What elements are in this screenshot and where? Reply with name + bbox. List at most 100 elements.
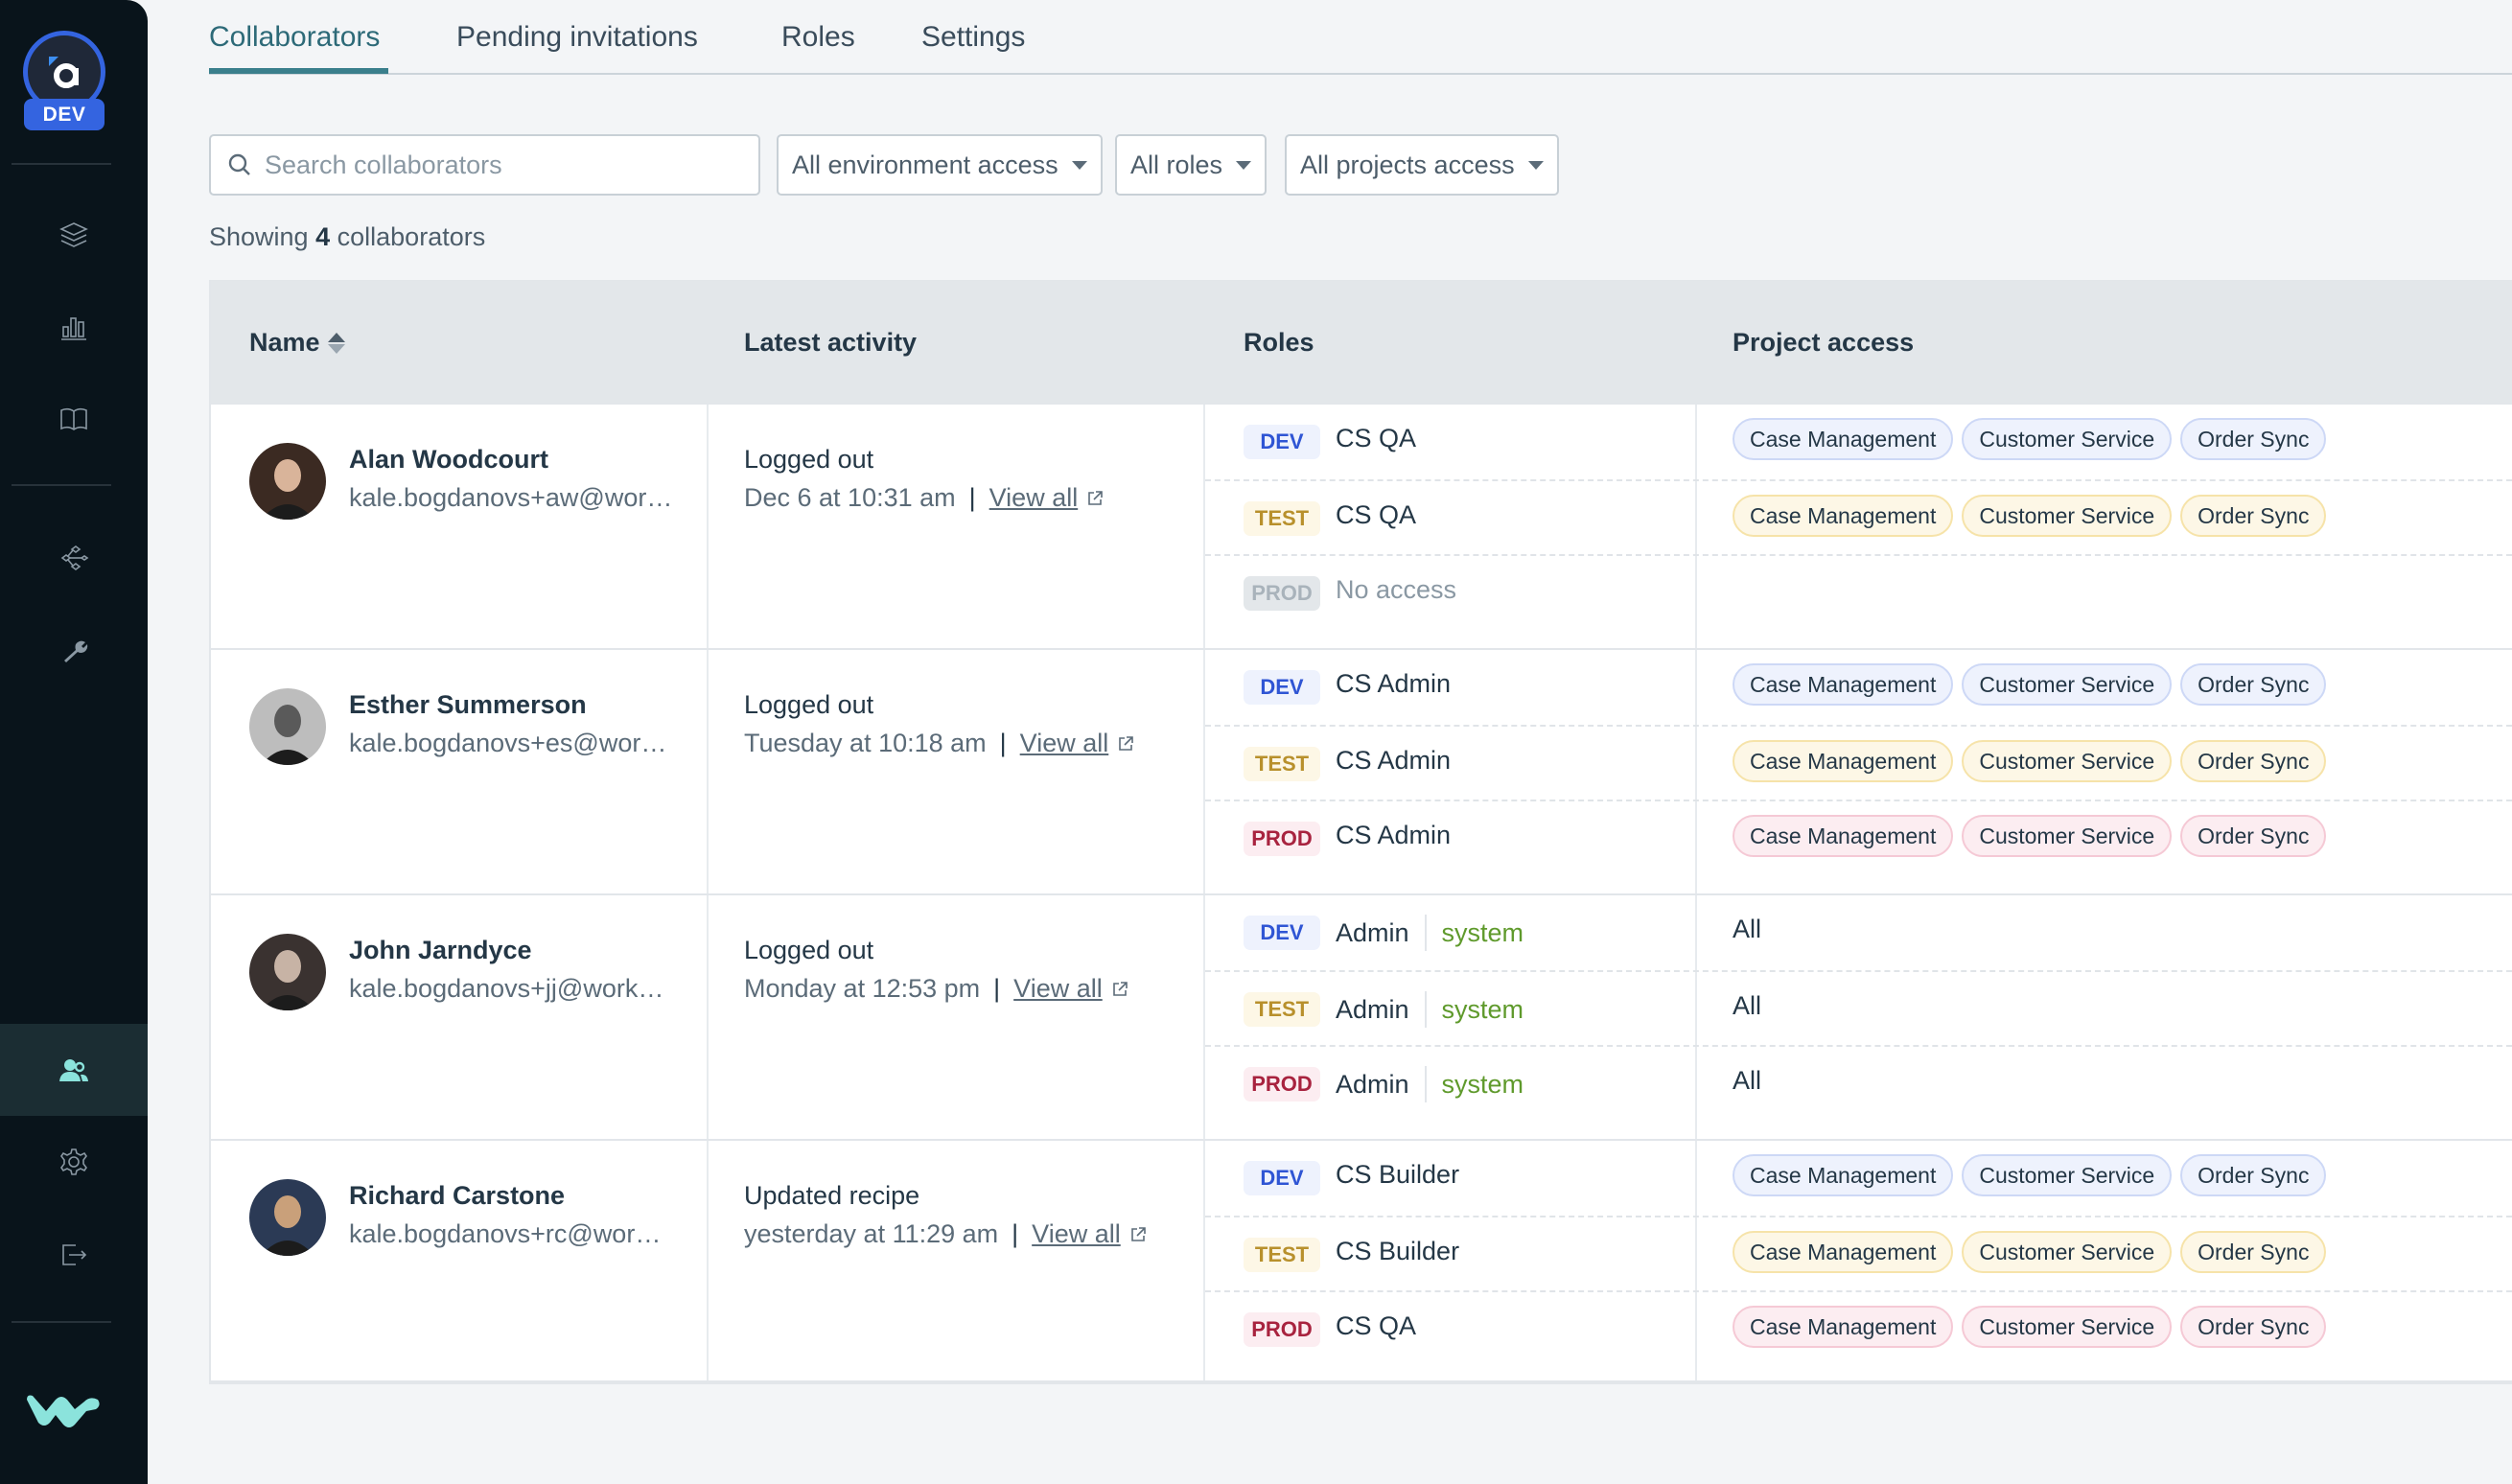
column-divider	[707, 405, 709, 648]
environment-filter-dropdown[interactable]: All environment access	[777, 134, 1103, 196]
user-email: kale.bogdanovs+aw@wor…	[349, 483, 673, 512]
projects-filter-dropdown[interactable]: All projects access	[1285, 134, 1559, 196]
env-access-row: TEST Admin system All	[1205, 970, 2512, 1045]
search-input[interactable]	[265, 150, 744, 180]
role-name: CS QA	[1336, 1311, 1416, 1341]
column-divider	[707, 650, 709, 893]
view-all-link[interactable]: View all	[1020, 729, 1109, 758]
sidebar-item-docs[interactable]	[0, 373, 148, 465]
project-tag: Order Sync	[2180, 418, 2327, 460]
role-name: CS QA	[1336, 500, 1416, 530]
layers-icon	[59, 222, 88, 247]
project-access-list: Case Management Customer Service Order Syn…	[1733, 1154, 2327, 1196]
book-icon	[60, 407, 87, 430]
project-tag: Order Sync	[2180, 815, 2327, 857]
table-row: John Jarndyce kale.bogdanovs+jj@work… Logg…	[211, 893, 2512, 1139]
env-badge-prod: PROD	[1244, 1067, 1320, 1101]
project-tag: Customer Service	[1962, 495, 2173, 537]
sidebar-divider	[12, 1321, 111, 1323]
project-tag: Order Sync	[2180, 1306, 2327, 1348]
external-link-icon[interactable]	[1110, 980, 1129, 999]
tab-settings[interactable]: Settings	[921, 21, 1025, 54]
environment-badge: DEV	[24, 99, 105, 130]
project-tag: Order Sync	[2180, 740, 2327, 782]
env-badge-dev: DEV	[1244, 425, 1320, 459]
project-tag: Case Management	[1733, 1154, 1954, 1196]
workspace-switcher[interactable]: DEV	[21, 31, 107, 130]
tab-roles[interactable]: Roles	[781, 21, 855, 54]
project-tag: Customer Service	[1962, 418, 2173, 460]
env-access-row: DEV CS QA Case Management Customer Service O…	[1205, 405, 2512, 479]
role-label: CS QA	[1336, 500, 1417, 529]
table-body: Alan Woodcourt kale.bogdanovs+aw@wor… Logg…	[211, 403, 2512, 1384]
project-tag: Case Management	[1733, 663, 1954, 706]
share-nodes-icon	[60, 545, 89, 570]
sidebar-item-tools[interactable]	[0, 604, 148, 696]
view-all-link[interactable]: View all	[989, 483, 1079, 513]
tab-collaborators[interactable]: Collaborators	[209, 21, 380, 54]
project-tag: Customer Service	[1962, 1154, 2173, 1196]
sort-icon[interactable]	[327, 332, 345, 354]
user-name: John Jarndyce	[349, 936, 532, 964]
role-label: CS Admin	[1336, 746, 1452, 775]
env-access-row: PROD Admin system All	[1205, 1045, 2512, 1120]
system-role-tag: system	[1441, 917, 1524, 947]
activity-time: Monday at 12:53 pm	[744, 974, 981, 1003]
project-tag: Order Sync	[2180, 1154, 2327, 1196]
external-link-icon[interactable]	[1116, 734, 1135, 754]
activity-title: Updated recipe	[744, 1181, 920, 1210]
results-suffix: collaborators	[337, 222, 486, 251]
column-header-roles: Roles	[1244, 328, 1314, 357]
column-header-name[interactable]: Name	[249, 328, 345, 358]
project-access-list: Case Management Customer Service Order Syn…	[1733, 418, 2327, 460]
sidebar-item-sign-out[interactable]	[0, 1208, 148, 1300]
sidebar-item-settings[interactable]	[0, 1116, 148, 1208]
gear-icon	[60, 1148, 87, 1175]
role-name: CS Builder	[1336, 1160, 1459, 1190]
external-link-icon[interactable]	[1085, 489, 1105, 508]
role-label: CS Admin	[1336, 821, 1452, 849]
table-row: Esther Summerson kale.bogdanovs+es@wor… Lo…	[211, 648, 2512, 893]
tab-pending-invitations[interactable]: Pending invitations	[456, 21, 698, 54]
role-label: Admin	[1336, 1069, 1409, 1099]
role-divider	[1424, 1066, 1427, 1102]
sidebar-item-collaborators[interactable]	[0, 1024, 148, 1116]
user-name: Richard Carstone	[349, 1181, 566, 1210]
sidebar-item-dashboard[interactable]	[0, 281, 148, 373]
project-tag: Order Sync	[2180, 663, 2327, 706]
separator: |	[968, 483, 976, 512]
project-access-list: Case Management Customer Service Order Syn…	[1733, 495, 2327, 537]
project-tag: Case Management	[1733, 740, 1954, 782]
roles-filter-dropdown[interactable]: All roles	[1115, 134, 1268, 196]
search-box[interactable]	[209, 134, 760, 196]
user-email: kale.bogdanovs+rc@wor…	[349, 1219, 662, 1248]
role-label: Admin	[1336, 917, 1409, 947]
workato-logo-icon[interactable]	[23, 1380, 104, 1438]
user-name: Esther Summerson	[349, 690, 587, 719]
env-badge-test: TEST	[1244, 992, 1320, 1027]
table-row: Alan Woodcourt kale.bogdanovs+aw@wor… Logg…	[211, 403, 2512, 648]
project-tag: Case Management	[1733, 1306, 1954, 1348]
project-access-all: All	[1733, 991, 1762, 1020]
roles-filter-label: All roles	[1130, 150, 1223, 179]
external-link-icon[interactable]	[1128, 1225, 1148, 1244]
user-email: kale.bogdanovs+jj@work…	[349, 974, 664, 1003]
env-access-row: TEST CS Builder Case Management Customer Se…	[1205, 1216, 2512, 1290]
sidebar-item-projects[interactable]	[0, 189, 148, 281]
separator: |	[993, 974, 1001, 1003]
role-label: No access	[1336, 575, 1457, 604]
app-logo-icon	[49, 57, 79, 88]
project-access-list: Case Management Customer Service Order Syn…	[1733, 1306, 2327, 1348]
role-name: CS Admin	[1336, 669, 1451, 699]
activity-time: Dec 6 at 10:31 am	[744, 483, 956, 512]
sidebar-item-connections[interactable]	[0, 512, 148, 604]
avatar	[249, 934, 326, 1010]
env-badge-prod: PROD	[1244, 1312, 1320, 1347]
view-all-link[interactable]: View all	[1032, 1219, 1121, 1249]
column-divider	[707, 1141, 709, 1380]
role-label: CS QA	[1336, 424, 1417, 452]
view-all-link[interactable]: View all	[1013, 974, 1103, 1004]
activity-title: Logged out	[744, 690, 874, 719]
project-tag: Case Management	[1733, 815, 1954, 857]
column-header-projects: Project access	[1733, 328, 1915, 357]
